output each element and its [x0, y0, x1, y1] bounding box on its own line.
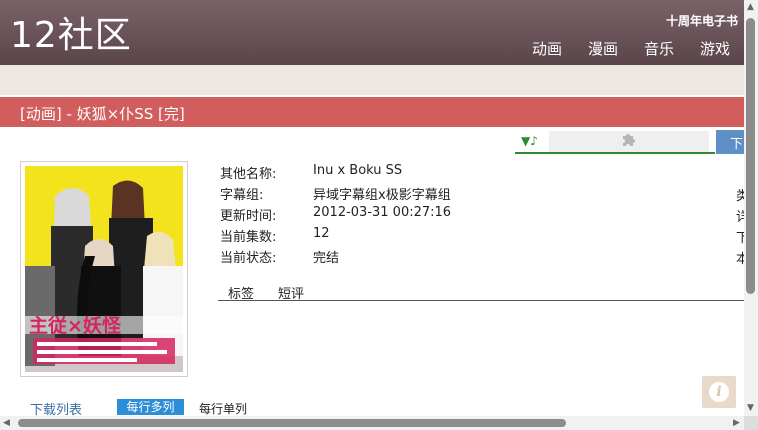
info-tabs: 标签 短评: [218, 283, 744, 302]
anime-poster: 主従×妖怪: [20, 161, 188, 377]
site-logo[interactable]: 12社区: [10, 14, 132, 58]
poster-artwork: 主従×妖怪: [25, 166, 183, 372]
anniversary-ebook-link[interactable]: 十周年电子书: [666, 12, 738, 29]
main-nav: 动画 漫画 音乐 游戏: [532, 38, 730, 59]
poster-title-text: 主従×妖怪: [29, 314, 122, 337]
info-key: 当前状态:: [220, 251, 277, 266]
scroll-right-arrow-icon[interactable]: ▶: [733, 418, 740, 428]
sub-header-band: [0, 65, 744, 95]
title-bar: [动画] - 妖狐×仆SS [完]: [0, 97, 744, 127]
info-value: Inu x Boku SS: [313, 163, 403, 178]
scroll-left-arrow-icon[interactable]: ◀: [3, 418, 10, 428]
nav-item-manga[interactable]: 漫画: [588, 38, 618, 59]
floating-info-button[interactable]: i: [702, 376, 736, 408]
plugin-puzzle-icon: [620, 131, 638, 154]
info-value: 完结: [313, 251, 340, 266]
info-value: 2012-03-31 00:27:16: [313, 205, 452, 220]
nav-item-music[interactable]: 音乐: [644, 38, 674, 59]
right-info-label: 详: [736, 210, 744, 225]
download-tab[interactable]: 下: [716, 130, 744, 154]
site-header: 12社区 十周年电子书 动画 漫画 音乐 游戏: [0, 0, 744, 65]
tab-tags[interactable]: 标签: [228, 283, 254, 302]
audio-player[interactable]: ▼♪: [515, 130, 715, 154]
nav-item-games[interactable]: 游戏: [700, 38, 730, 59]
play-note-icon[interactable]: ▼♪: [521, 134, 538, 148]
info-key: 当前集数:: [220, 230, 277, 245]
single-column-button[interactable]: 每行单列: [199, 400, 247, 417]
tab-short-reviews[interactable]: 短评: [278, 283, 304, 302]
info-key: 其他名称:: [220, 167, 277, 182]
page-title: [动画] - 妖狐×仆SS [完]: [20, 105, 185, 123]
nav-item-anime[interactable]: 动画: [532, 38, 562, 59]
right-info-label: 类: [736, 189, 744, 204]
info-value[interactable]: 异域字幕组x极影字幕组: [313, 184, 451, 203]
info-key: 更新时间:: [220, 209, 277, 224]
horizontal-scroll-thumb[interactable]: [18, 419, 566, 427]
info-icon: i: [709, 382, 729, 402]
right-info-label: 下: [736, 231, 744, 246]
right-info-label: 本: [736, 252, 744, 267]
vertical-scroll-thumb[interactable]: [746, 18, 755, 294]
info-key: 字幕组:: [220, 188, 264, 203]
scrollbar-corner: [744, 416, 758, 430]
scroll-down-arrow-icon[interactable]: ▼: [747, 403, 754, 413]
info-value: 12: [313, 226, 330, 241]
multi-column-button[interactable]: 每行多列: [117, 399, 184, 415]
scroll-up-arrow-icon[interactable]: ▲: [747, 2, 754, 12]
